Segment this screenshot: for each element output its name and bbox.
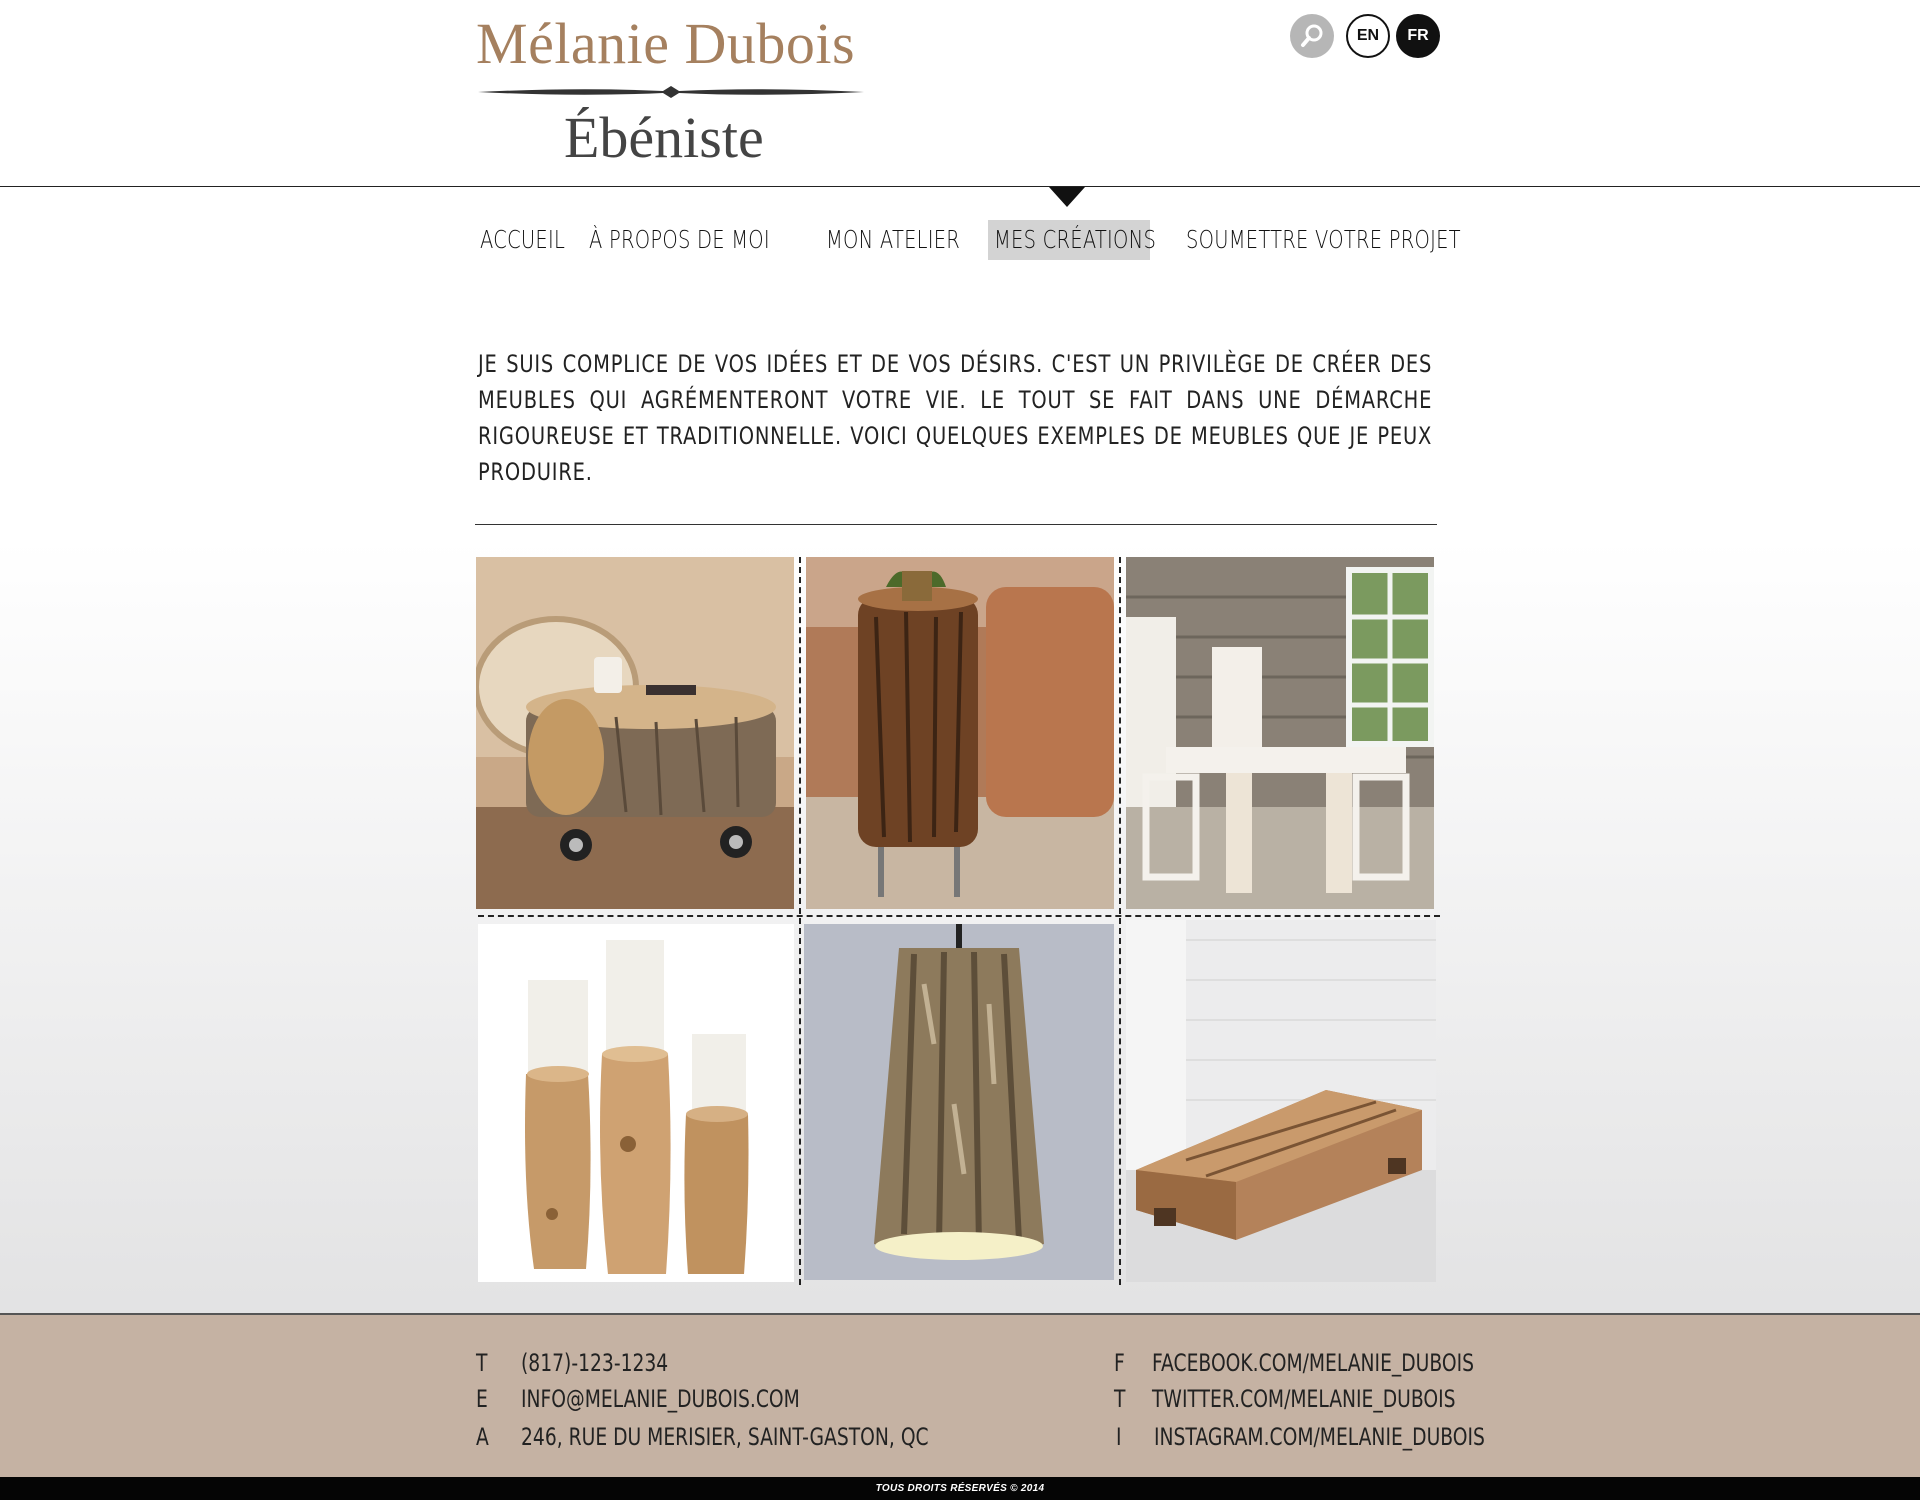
footer-email[interactable]: INFO@MELANIE_DUBOIS.COM bbox=[521, 1384, 800, 1414]
footer-address: 246, RUE DU MERISIER, SAINT-GASTON, QC bbox=[521, 1423, 929, 1451]
footer-facebook-link[interactable]: FACEBOOK.COM/MELANIE_DUBOIS bbox=[1152, 1348, 1474, 1378]
gallery-item-trunk-side-table[interactable] bbox=[806, 557, 1114, 909]
nav-item-a-propos[interactable]: À PROPOS DE MOI bbox=[589, 220, 770, 260]
gallery-divider-h bbox=[478, 915, 1440, 917]
beam-bench-image bbox=[1126, 920, 1436, 1282]
intro-divider bbox=[475, 524, 1437, 525]
footer-twitter-link[interactable]: TWITTER.COM/MELANIE_DUBOIS bbox=[1152, 1384, 1456, 1414]
footer-instagram-link[interactable]: INSTAGRAM.COM/MELANIE_DUBOIS bbox=[1154, 1422, 1485, 1452]
bark-lamp-image bbox=[804, 924, 1114, 1280]
log-table-image bbox=[476, 557, 794, 909]
gallery-item-bark-lamp[interactable] bbox=[804, 924, 1114, 1280]
active-nav-pointer-icon bbox=[1049, 187, 1085, 207]
logo-divider-ornament bbox=[478, 86, 864, 98]
nav-item-mon-atelier[interactable]: MON ATELIER bbox=[826, 220, 960, 260]
footer-address-label: A bbox=[476, 1423, 489, 1451]
footer-facebook-label: F bbox=[1114, 1349, 1125, 1377]
search-button[interactable] bbox=[1290, 14, 1334, 58]
search-icon bbox=[1301, 24, 1323, 47]
dining-room-image bbox=[1126, 557, 1434, 909]
language-fr-button[interactable]: FR bbox=[1396, 14, 1440, 58]
nav-item-mes-creations[interactable]: MES CRÉATIONS bbox=[994, 220, 1156, 260]
footer-instagram-label: I bbox=[1116, 1423, 1122, 1451]
gallery-divider-v1 bbox=[799, 557, 801, 1285]
page: Mélanie Dubois Ébéniste EN FR ACCUEIL À … bbox=[0, 0, 1920, 1500]
footer-phone[interactable]: (817)-123-1234 bbox=[521, 1348, 668, 1378]
language-en-button[interactable]: EN bbox=[1346, 14, 1390, 58]
gallery-divider-v2 bbox=[1119, 557, 1121, 1285]
footer-twitter-label: T bbox=[1114, 1385, 1126, 1413]
header-divider bbox=[0, 186, 1920, 187]
nav-item-accueil[interactable]: ACCUEIL bbox=[480, 220, 565, 260]
candle-holders-image bbox=[478, 924, 794, 1282]
gallery-item-candle-holders[interactable] bbox=[478, 924, 794, 1282]
logo-subtitle: Ébéniste bbox=[564, 105, 764, 170]
footer-email-label: E bbox=[476, 1385, 488, 1413]
trunk-side-table-image bbox=[806, 557, 1114, 909]
gallery-item-log-table[interactable] bbox=[476, 557, 794, 909]
gallery-item-dining-room[interactable] bbox=[1126, 557, 1434, 909]
gallery-item-beam-bench[interactable] bbox=[1126, 920, 1436, 1282]
nav-item-soumettre-projet[interactable]: SOUMETTRE VOTRE PROJET bbox=[1186, 220, 1461, 260]
logo-name[interactable]: Mélanie Dubois bbox=[476, 10, 855, 77]
footer: T (817)-123-1234 E INFO@MELANIE_DUBOIS.C… bbox=[0, 1313, 1920, 1477]
intro-text: Je suis complice de vos idées et de vos … bbox=[478, 350, 1433, 486]
footer-phone-label: T bbox=[476, 1349, 488, 1377]
copyright-bar: TOUS DROITS RÉSERVÉS © 2014 bbox=[0, 1477, 1920, 1500]
